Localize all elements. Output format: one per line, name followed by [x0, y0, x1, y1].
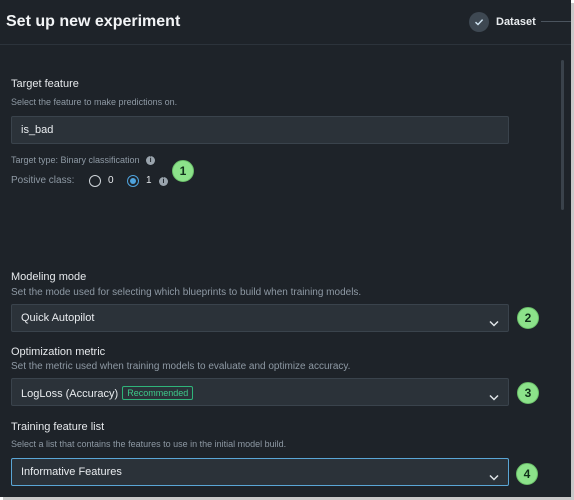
training-feature-list-description: Select a list that contains the features… — [11, 439, 287, 449]
target-feature-input[interactable]: is_bad — [11, 116, 509, 144]
radio-label-1: 1 — [146, 175, 152, 186]
optimization-metric-title: Optimization metric — [11, 346, 106, 358]
optimization-metric-description: Set the metric used when training models… — [11, 361, 351, 372]
recommended-badge: Recommended — [122, 386, 194, 400]
modeling-mode-value: Quick Autopilot — [21, 312, 95, 324]
page-title: Set up new experiment — [6, 13, 181, 30]
chevron-down-icon — [489, 468, 499, 486]
chevron-down-icon — [489, 388, 499, 406]
optimization-metric-select[interactable]: LogLoss (Accuracy) Recommended — [11, 378, 509, 406]
target-feature-value: is_bad — [21, 124, 54, 136]
callout-badge-2: 2 — [517, 307, 539, 329]
modeling-mode-title: Modeling mode — [11, 271, 87, 283]
training-feature-list-value: Informative Features — [21, 466, 122, 478]
radio-label-0: 0 — [108, 175, 114, 186]
check-icon — [469, 12, 489, 32]
callout-badge-3: 3 — [517, 382, 539, 404]
target-feature-description: Select the feature to make predictions o… — [11, 97, 178, 107]
callout-badge-1: 1 — [172, 160, 194, 182]
experiment-setup-panel: Set up new experiment Dataset Target fea… — [0, 0, 571, 497]
info-icon[interactable]: i — [146, 156, 156, 166]
positive-class-info-icon[interactable]: i — [159, 177, 168, 186]
chevron-down-icon — [489, 314, 499, 332]
scrollbar-thumb[interactable] — [561, 60, 564, 210]
training-feature-list-select[interactable]: Informative Features — [11, 458, 509, 486]
target-type-text: Target type: Binary classification — [11, 155, 140, 165]
optimization-metric-value: LogLoss (Accuracy) — [21, 388, 119, 400]
step-dataset[interactable]: Dataset — [469, 12, 536, 32]
radio-class-1[interactable] — [127, 175, 139, 187]
optimization-metric-row: LogLoss (Accuracy) Recommended — [21, 386, 194, 400]
step-label: Dataset — [496, 16, 536, 28]
target-type-row: Target type: Binary classification i — [11, 155, 156, 166]
header: Set up new experiment Dataset — [0, 0, 571, 45]
callout-badge-4: 4 — [516, 463, 538, 485]
positive-class-label: Positive class: — [11, 175, 75, 186]
training-feature-list-title: Training feature list — [11, 421, 105, 433]
radio-class-0[interactable] — [89, 175, 101, 187]
modeling-mode-select[interactable]: Quick Autopilot — [11, 304, 509, 332]
modeling-mode-description: Set the mode used for selecting which bl… — [11, 287, 362, 298]
step-connector — [541, 21, 571, 22]
target-feature-title: Target feature — [11, 78, 79, 90]
